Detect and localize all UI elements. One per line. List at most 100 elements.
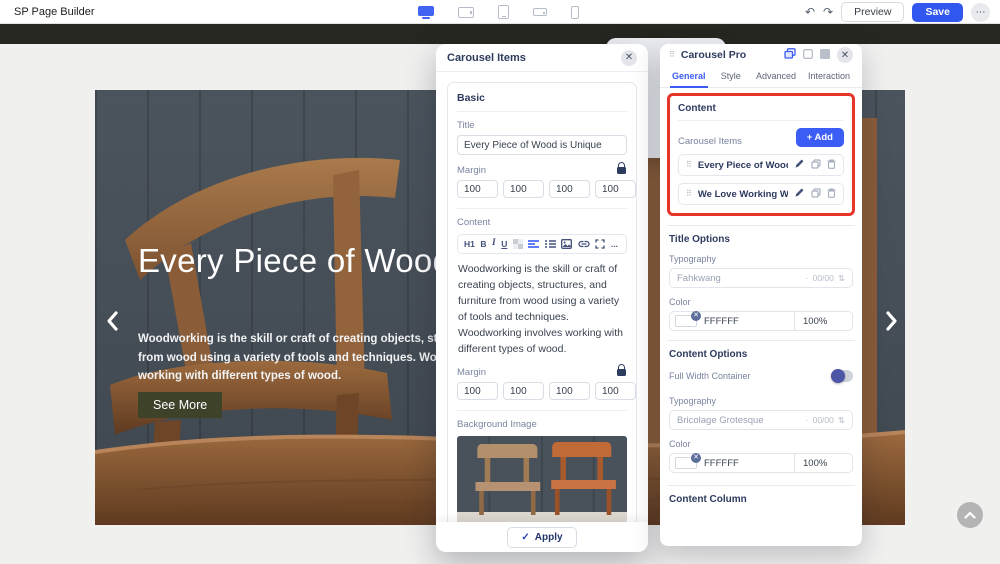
title-field-label: Title (457, 120, 627, 131)
carousel-item-row[interactable]: ⠿ Every Piece of Wood i... (678, 154, 844, 176)
highlighted-content-section: Content Carousel Items + Add ⠿ Every Pie… (667, 93, 855, 216)
dock-left-icon[interactable] (803, 46, 813, 64)
device-phone-landscape-icon[interactable] (533, 8, 547, 16)
app-title: SP Page Builder (14, 6, 95, 18)
redo-icon[interactable]: ↷ (823, 6, 833, 18)
delete-icon[interactable] (827, 185, 836, 203)
device-phone-portrait-icon[interactable] (571, 6, 579, 19)
opacity-value[interactable]: 100% (794, 454, 852, 472)
margin-inputs (457, 180, 627, 198)
duplicate-icon[interactable] (811, 156, 821, 174)
margin-input[interactable] (595, 180, 636, 198)
bold-icon[interactable]: B (480, 240, 486, 249)
typography-label: Typography (669, 396, 853, 406)
carousel-prev-icon[interactable] (103, 308, 125, 334)
align-left-icon[interactable] (528, 239, 539, 249)
basic-section-header: Basic (457, 92, 627, 112)
undo-icon[interactable]: ↶ (805, 6, 815, 18)
content-section-header: Content (678, 103, 844, 114)
margin-input[interactable] (457, 382, 498, 400)
highlight-color-icon[interactable] (513, 239, 523, 249)
list-icon[interactable] (545, 239, 556, 249)
more-options-button[interactable]: ⋯ (971, 3, 990, 22)
edit-icon[interactable] (794, 185, 805, 203)
title-input[interactable] (457, 135, 627, 155)
clear-color-icon[interactable]: ✕ (691, 311, 701, 321)
top-toolbar: SP Page Builder ↶ ↷ Preview Save ⋯ (0, 0, 1000, 24)
device-desktop-icon[interactable] (418, 6, 434, 19)
insert-image-icon[interactable] (561, 239, 572, 249)
device-tablet-landscape-icon[interactable] (458, 7, 474, 18)
device-tablet-portrait-icon[interactable] (498, 5, 509, 19)
margin-input[interactable] (595, 382, 636, 400)
drag-handle-icon[interactable]: ⠿ (686, 190, 692, 198)
margin-input[interactable] (503, 382, 544, 400)
content-color-field[interactable]: ✕ FFFFFF 100% (669, 453, 853, 473)
see-more-button[interactable]: See More (138, 392, 222, 418)
italic-icon[interactable]: I (492, 239, 496, 249)
tab-interaction[interactable]: Interaction (802, 66, 856, 87)
carousel-pro-panel: ⠿ Carousel Pro ✕ General Style Advanced … (660, 44, 862, 546)
lock-icon[interactable] (617, 167, 626, 174)
apply-button[interactable]: ✓ Apply (507, 527, 576, 548)
duplicate-addon-icon[interactable] (784, 46, 796, 64)
carousel-items-label: Carousel Items (678, 136, 742, 147)
scroll-to-top-button[interactable] (957, 502, 983, 528)
title-options-header: Title Options (669, 234, 853, 245)
drag-handle-icon[interactable]: ⠿ (686, 161, 692, 169)
color-swatch[interactable]: ✕ (675, 315, 697, 327)
content-field-label: Content (457, 217, 627, 228)
toolbar-more-icon[interactable]: ... (611, 240, 618, 249)
margin-input[interactable] (503, 180, 544, 198)
title-color-field[interactable]: ✕ FFFFFF 100% (669, 311, 853, 331)
color-label: Color (669, 297, 853, 307)
carousel-item-row[interactable]: ⠿ We Love Working Wit... (678, 183, 844, 205)
carousel-next-icon[interactable] (881, 308, 903, 334)
full-width-label: Full Width Container (669, 371, 751, 381)
content-options-header: Content Options (669, 349, 853, 360)
full-width-toggle[interactable] (831, 370, 853, 382)
check-icon: ✓ (521, 532, 529, 543)
margin-input[interactable] (549, 382, 590, 400)
panel-close-icon[interactable]: ✕ (837, 47, 853, 63)
preview-button[interactable]: Preview (841, 2, 904, 22)
margin-label: Margin (457, 367, 486, 378)
typography-label: Typography (669, 254, 853, 264)
content-typography-field[interactable]: Bricolage Grotesque · 00/00 ⇅ (669, 410, 853, 430)
opacity-value[interactable]: 100% (794, 312, 852, 330)
carousel-items-modal: Carousel Items ✕ Basic Title Margin Cont… (436, 44, 648, 552)
responsive-device-switcher (418, 0, 579, 24)
margin-input[interactable] (549, 180, 590, 198)
heading-icon[interactable]: H1 (464, 240, 475, 249)
margin-label: Margin (457, 165, 486, 176)
rich-text-toolbar: H1 B I U (457, 234, 627, 254)
sort-icon[interactable]: ⇅ (838, 273, 845, 284)
content-textarea[interactable]: Woodworking is the skill or craft of cre… (457, 261, 627, 357)
underline-icon[interactable]: U (501, 240, 507, 249)
link-icon[interactable] (578, 239, 590, 249)
margin-input[interactable] (457, 180, 498, 198)
duplicate-icon[interactable] (811, 185, 821, 203)
tab-advanced[interactable]: Advanced (750, 66, 802, 87)
tab-style[interactable]: Style (712, 66, 750, 87)
template-header-bar (0, 24, 1000, 44)
panel-title: Carousel Pro (681, 49, 778, 61)
background-image-label: Background Image (457, 419, 627, 430)
lock-icon[interactable] (617, 369, 626, 376)
tab-general[interactable]: General (666, 66, 712, 87)
fullscreen-icon[interactable] (595, 239, 605, 249)
modal-close-icon[interactable]: ✕ (621, 50, 637, 66)
sort-icon[interactable]: ⇅ (838, 415, 845, 426)
background-image-thumbnail[interactable] (457, 436, 627, 528)
panel-tabs: General Style Advanced Interaction (660, 66, 862, 88)
delete-icon[interactable] (827, 156, 836, 174)
save-button[interactable]: Save (912, 3, 963, 22)
edit-icon[interactable] (794, 156, 805, 174)
clear-color-icon[interactable]: ✕ (691, 453, 701, 463)
separator-dot: · (806, 273, 809, 283)
title-typography-field[interactable]: Fahkwang · 00/00 ⇅ (669, 268, 853, 288)
add-item-button[interactable]: + Add (796, 128, 844, 147)
dock-right-icon[interactable] (820, 46, 830, 64)
drag-handle-icon[interactable]: ⠿ (669, 51, 675, 59)
color-swatch[interactable]: ✕ (675, 457, 697, 469)
